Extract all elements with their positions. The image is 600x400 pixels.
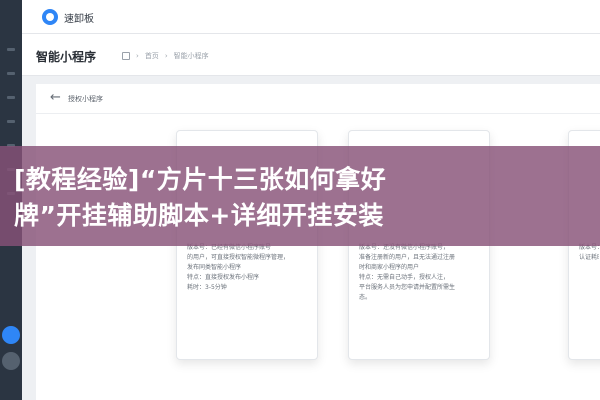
logo-icon [42,9,58,25]
page-title: 智能小程序 [36,50,97,64]
panel-description: 版本号：已经有微信小程序账号 的用户，可直接授权智能微程序管理， 发布同类智能小… [187,244,290,291]
sidebar-item[interactable] [7,72,15,75]
card-header: ← 授权小程序 [36,84,600,114]
panel-description: 版本号： 认证耗时： [579,244,599,261]
card-title: 授权小程序 [68,95,103,103]
sidebar-item[interactable] [7,96,15,99]
home-icon[interactable] [122,52,130,60]
breadcrumb: › 首页 › 智能小程序 [122,51,209,61]
title-banner: [教程经验]“方片十三张如何拿好 牌”开挂辅助脚本+详细开挂安装 [0,146,600,246]
breadcrumb-item: 智能小程序 [173,52,209,60]
breadcrumb-item[interactable]: 首页 [145,51,159,61]
top-header: 速卸板 [22,0,600,34]
back-arrow-icon[interactable]: ← [50,90,61,105]
settings-button[interactable] [2,352,20,370]
brand-name: 速卸板 [64,14,94,25]
help-button[interactable] [2,326,20,344]
panel-description: 版本号：还没有微信小程序账号， 准备注册新的用户，且无法通过注册 时和商家小程序… [359,244,456,301]
banner-title: [教程经验]“方片十三张如何拿好 牌”开挂辅助脚本+详细开挂安装 [14,165,387,230]
sidebar-item[interactable] [7,120,15,123]
breadcrumb-bar: 智能小程序 › 首页 › 智能小程序 [22,34,600,76]
sidebar-item[interactable] [7,48,15,51]
